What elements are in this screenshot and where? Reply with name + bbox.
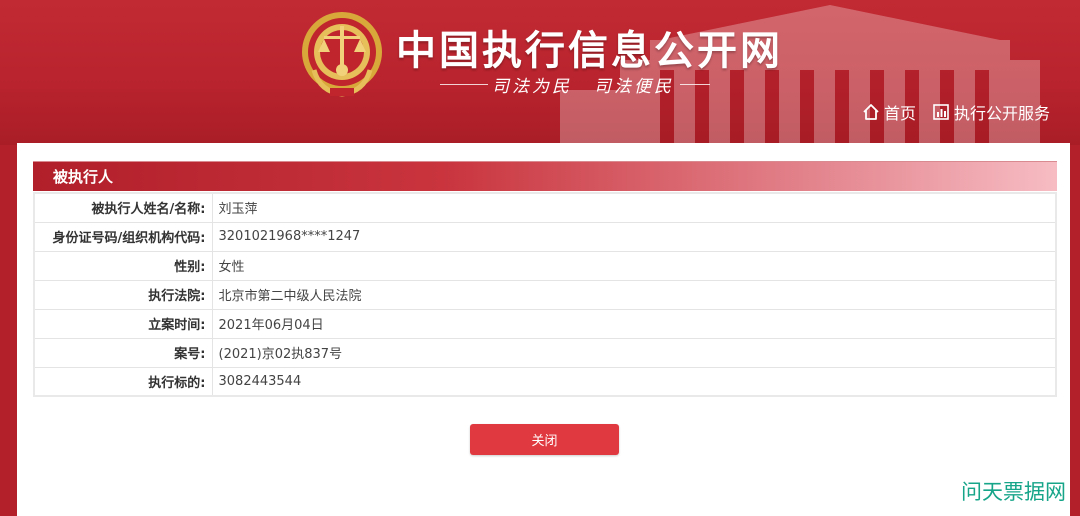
table-row: 性别: 女性 [33, 250, 1057, 281]
field-value: 2021年06月04日 [211, 308, 1057, 339]
table-row: 被执行人姓名/名称: 刘玉萍 [33, 192, 1057, 223]
home-icon [863, 104, 879, 120]
slogan-divider [440, 83, 488, 85]
section-title: 被执行人 [33, 161, 1057, 191]
field-value: 女性 [211, 250, 1057, 281]
watermark-text: 问天票据网 [961, 480, 1066, 504]
field-value: 刘玉萍 [211, 192, 1057, 223]
field-label: 执行标的: [33, 366, 213, 397]
table-row: 执行法院: 北京市第二中级人民法院 [33, 279, 1057, 310]
table-row: 案号: (2021)京02执837号 [33, 337, 1057, 368]
field-value: (2021)京02执837号 [211, 337, 1057, 368]
field-label: 被执行人姓名/名称: [33, 192, 213, 223]
close-button[interactable]: 关闭 [470, 424, 619, 455]
field-label: 身份证号码/组织机构代码: [33, 221, 213, 252]
content-panel: 被执行人 被执行人姓名/名称: 刘玉萍 身份证号码/组织机构代码: 320102… [17, 143, 1070, 516]
table-row: 立案时间: 2021年06月04日 [33, 308, 1057, 339]
nav-enforcement-service-label: 执行公开服务 [953, 104, 1050, 123]
site-title: 中国执行信息公开网 [396, 28, 783, 74]
field-value: 3082443544 [211, 366, 1057, 397]
nav-home[interactable]: 首页 [862, 100, 916, 124]
slogan-divider [680, 83, 710, 85]
field-value: 3201021968****1247 [211, 221, 1057, 252]
field-value: 北京市第二中级人民法院 [211, 279, 1057, 310]
debtor-info-table: 被执行人姓名/名称: 刘玉萍 身份证号码/组织机构代码: 3201021968*… [33, 192, 1057, 397]
slogan-row: 司法为民 司法便民 [440, 72, 710, 97]
site-header: 中国执行信息公开网 司法为民 司法便民 首页 执行公开服务 [0, 0, 1080, 145]
field-label: 案号: [33, 337, 213, 368]
nav-enforcement-service[interactable]: 执行公开服务 [932, 100, 1050, 124]
slogan-left: 司法为民 [492, 76, 572, 97]
chart-icon [933, 104, 949, 120]
table-row: 执行标的: 3082443544 [33, 366, 1057, 397]
table-row: 身份证号码/组织机构代码: 3201021968****1247 [33, 221, 1057, 252]
field-label: 性别: [33, 250, 213, 281]
field-label: 立案时间: [33, 308, 213, 339]
slogan-right: 司法便民 [594, 76, 674, 97]
court-emblem-icon [302, 12, 382, 97]
field-label: 执行法院: [33, 279, 213, 310]
top-nav: 首页 执行公开服务 [862, 100, 1050, 124]
nav-home-label: 首页 [883, 104, 916, 123]
